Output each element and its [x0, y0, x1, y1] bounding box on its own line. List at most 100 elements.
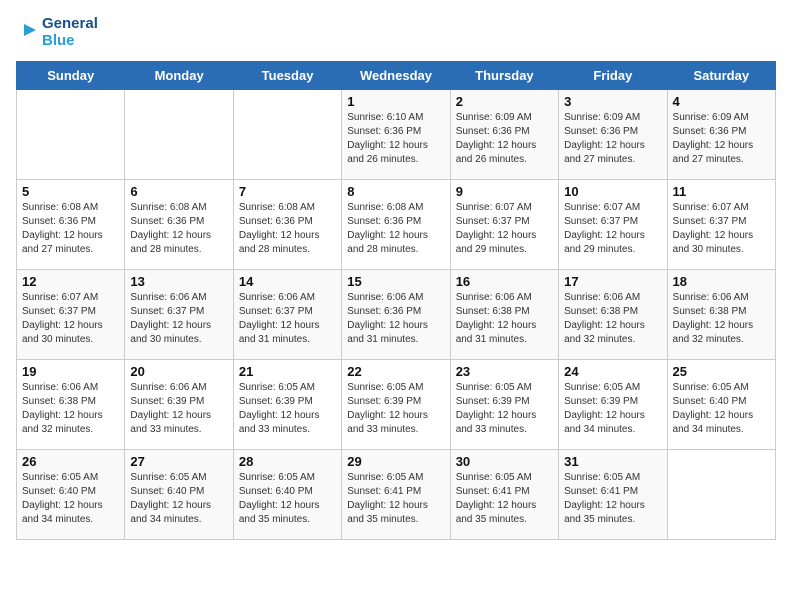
day-info: Sunrise: 6:07 AM Sunset: 6:37 PM Dayligh… [456, 201, 553, 257]
day-of-week-header: Monday [125, 62, 233, 90]
page-header: GeneralBlue [16, 16, 776, 49]
day-number: 23 [456, 364, 553, 379]
day-info: Sunrise: 6:05 AM Sunset: 6:39 PM Dayligh… [347, 381, 444, 437]
day-info: Sunrise: 6:06 AM Sunset: 6:36 PM Dayligh… [347, 291, 444, 347]
day-number: 21 [239, 364, 336, 379]
logo-general: General [42, 16, 98, 33]
calendar-table: SundayMondayTuesdayWednesdayThursdayFrid… [16, 61, 776, 540]
calendar-cell: 29 Sunrise: 6:05 AM Sunset: 6:41 PM Dayli… [342, 450, 450, 540]
calendar-cell: 27 Sunrise: 6:05 AM Sunset: 6:40 PM Dayli… [125, 450, 233, 540]
day-info: Sunrise: 6:05 AM Sunset: 6:41 PM Dayligh… [456, 471, 553, 527]
day-number: 24 [564, 364, 661, 379]
calendar-cell: 31 Sunrise: 6:05 AM Sunset: 6:41 PM Dayli… [559, 450, 667, 540]
calendar-cell: 7 Sunrise: 6:08 AM Sunset: 6:36 PM Daylig… [233, 180, 341, 270]
day-number: 3 [564, 94, 661, 109]
calendar-cell: 30 Sunrise: 6:05 AM Sunset: 6:41 PM Dayli… [450, 450, 558, 540]
calendar-cell: 2 Sunrise: 6:09 AM Sunset: 6:36 PM Daylig… [450, 90, 558, 180]
day-info: Sunrise: 6:08 AM Sunset: 6:36 PM Dayligh… [22, 201, 119, 257]
day-number: 11 [673, 184, 770, 199]
day-info: Sunrise: 6:05 AM Sunset: 6:40 PM Dayligh… [130, 471, 227, 527]
day-info: Sunrise: 6:07 AM Sunset: 6:37 PM Dayligh… [673, 201, 770, 257]
calendar-body: 1 Sunrise: 6:10 AM Sunset: 6:36 PM Daylig… [17, 90, 776, 540]
day-number: 31 [564, 454, 661, 469]
calendar-cell [233, 90, 341, 180]
day-info: Sunrise: 6:08 AM Sunset: 6:36 PM Dayligh… [130, 201, 227, 257]
calendar-cell: 6 Sunrise: 6:08 AM Sunset: 6:36 PM Daylig… [125, 180, 233, 270]
day-info: Sunrise: 6:09 AM Sunset: 6:36 PM Dayligh… [673, 111, 770, 167]
logo: GeneralBlue [16, 16, 98, 49]
calendar-cell: 8Sunrise: 6:08 AM Sunset: 6:36 PM Daylig… [342, 180, 450, 270]
day-of-week-header: Tuesday [233, 62, 341, 90]
calendar-cell: 22 Sunrise: 6:05 AM Sunset: 6:39 PM Dayli… [342, 360, 450, 450]
day-info: Sunrise: 6:06 AM Sunset: 6:37 PM Dayligh… [130, 291, 227, 347]
day-info: Sunrise: 6:06 AM Sunset: 6:38 PM Dayligh… [22, 381, 119, 437]
day-info: Sunrise: 6:07 AM Sunset: 6:37 PM Dayligh… [22, 291, 119, 347]
day-number: 6 [130, 184, 227, 199]
logo-blue: Blue [42, 33, 98, 50]
day-info: Sunrise: 6:09 AM Sunset: 6:36 PM Dayligh… [564, 111, 661, 167]
day-info: Sunrise: 6:07 AM Sunset: 6:37 PM Dayligh… [564, 201, 661, 257]
calendar-cell: 10Sunrise: 6:07 AM Sunset: 6:37 PM Dayli… [559, 180, 667, 270]
day-number: 25 [673, 364, 770, 379]
logo-flag-icon [16, 22, 38, 44]
day-info: Sunrise: 6:09 AM Sunset: 6:36 PM Dayligh… [456, 111, 553, 167]
day-number: 30 [456, 454, 553, 469]
day-info: Sunrise: 6:06 AM Sunset: 6:37 PM Dayligh… [239, 291, 336, 347]
day-info: Sunrise: 6:05 AM Sunset: 6:41 PM Dayligh… [347, 471, 444, 527]
calendar-cell: 17 Sunrise: 6:06 AM Sunset: 6:38 PM Dayli… [559, 270, 667, 360]
calendar-week-row: 12Sunrise: 6:07 AM Sunset: 6:37 PM Dayli… [17, 270, 776, 360]
day-of-week-header: Wednesday [342, 62, 450, 90]
calendar-cell [17, 90, 125, 180]
day-number: 19 [22, 364, 119, 379]
day-number: 15 [347, 274, 444, 289]
day-number: 9 [456, 184, 553, 199]
day-of-week-header: Friday [559, 62, 667, 90]
day-number: 16 [456, 274, 553, 289]
calendar-cell: 21Sunrise: 6:05 AM Sunset: 6:39 PM Dayli… [233, 360, 341, 450]
day-info: Sunrise: 6:08 AM Sunset: 6:36 PM Dayligh… [239, 201, 336, 257]
day-number: 17 [564, 274, 661, 289]
day-number: 2 [456, 94, 553, 109]
day-info: Sunrise: 6:06 AM Sunset: 6:38 PM Dayligh… [456, 291, 553, 347]
calendar-cell: 25Sunrise: 6:05 AM Sunset: 6:40 PM Dayli… [667, 360, 775, 450]
calendar-cell: 26 Sunrise: 6:05 AM Sunset: 6:40 PM Dayli… [17, 450, 125, 540]
day-number: 26 [22, 454, 119, 469]
calendar-header: SundayMondayTuesdayWednesdayThursdayFrid… [17, 62, 776, 90]
calendar-cell: 19 Sunrise: 6:06 AM Sunset: 6:38 PM Dayli… [17, 360, 125, 450]
day-number: 4 [673, 94, 770, 109]
day-number: 29 [347, 454, 444, 469]
day-info: Sunrise: 6:05 AM Sunset: 6:39 PM Dayligh… [456, 381, 553, 437]
day-info: Sunrise: 6:05 AM Sunset: 6:40 PM Dayligh… [239, 471, 336, 527]
day-info: Sunrise: 6:06 AM Sunset: 6:38 PM Dayligh… [673, 291, 770, 347]
calendar-cell: 5Sunrise: 6:08 AM Sunset: 6:36 PM Daylig… [17, 180, 125, 270]
day-info: Sunrise: 6:06 AM Sunset: 6:38 PM Dayligh… [564, 291, 661, 347]
day-number: 27 [130, 454, 227, 469]
calendar-cell [125, 90, 233, 180]
calendar-cell [667, 450, 775, 540]
day-number: 1 [347, 94, 444, 109]
calendar-cell: 20 Sunrise: 6:06 AM Sunset: 6:39 PM Dayli… [125, 360, 233, 450]
calendar-cell: 3 Sunrise: 6:09 AM Sunset: 6:36 PM Daylig… [559, 90, 667, 180]
day-info: Sunrise: 6:08 AM Sunset: 6:36 PM Dayligh… [347, 201, 444, 257]
calendar-week-row: 26 Sunrise: 6:05 AM Sunset: 6:40 PM Dayli… [17, 450, 776, 540]
calendar-cell: 12Sunrise: 6:07 AM Sunset: 6:37 PM Dayli… [17, 270, 125, 360]
calendar-cell: 16 Sunrise: 6:06 AM Sunset: 6:38 PM Dayli… [450, 270, 558, 360]
day-number: 7 [239, 184, 336, 199]
day-number: 20 [130, 364, 227, 379]
day-info: Sunrise: 6:05 AM Sunset: 6:41 PM Dayligh… [564, 471, 661, 527]
calendar-cell: 14 Sunrise: 6:06 AM Sunset: 6:37 PM Dayli… [233, 270, 341, 360]
calendar-cell: 15 Sunrise: 6:06 AM Sunset: 6:36 PM Dayli… [342, 270, 450, 360]
calendar-cell: 23 Sunrise: 6:05 AM Sunset: 6:39 PM Dayli… [450, 360, 558, 450]
calendar-cell: 9 Sunrise: 6:07 AM Sunset: 6:37 PM Daylig… [450, 180, 558, 270]
calendar-week-row: 5Sunrise: 6:08 AM Sunset: 6:36 PM Daylig… [17, 180, 776, 270]
calendar-cell: 24Sunrise: 6:05 AM Sunset: 6:39 PM Dayli… [559, 360, 667, 450]
days-of-week-row: SundayMondayTuesdayWednesdayThursdayFrid… [17, 62, 776, 90]
day-info: Sunrise: 6:06 AM Sunset: 6:39 PM Dayligh… [130, 381, 227, 437]
day-info: Sunrise: 6:05 AM Sunset: 6:40 PM Dayligh… [22, 471, 119, 527]
day-number: 22 [347, 364, 444, 379]
day-info: Sunrise: 6:10 AM Sunset: 6:36 PM Dayligh… [347, 111, 444, 167]
calendar-week-row: 1 Sunrise: 6:10 AM Sunset: 6:36 PM Daylig… [17, 90, 776, 180]
calendar-cell: 4 Sunrise: 6:09 AM Sunset: 6:36 PM Daylig… [667, 90, 775, 180]
day-number: 28 [239, 454, 336, 469]
day-number: 14 [239, 274, 336, 289]
